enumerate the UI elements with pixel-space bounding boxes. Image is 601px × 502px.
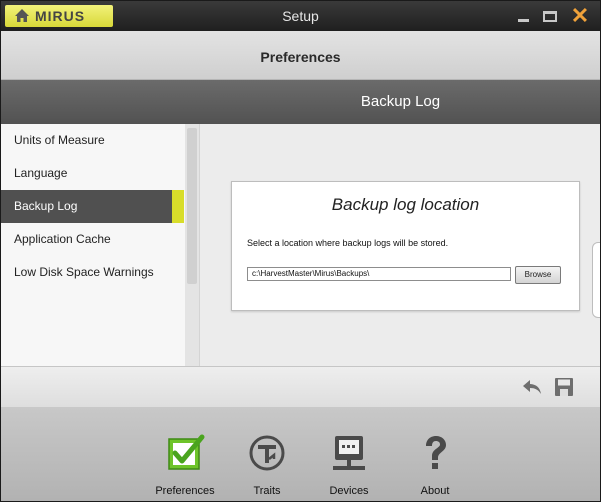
question-icon xyxy=(426,436,446,469)
save-icon[interactable] xyxy=(554,377,574,397)
sidebar-item-label: Application Cache xyxy=(14,232,111,246)
sidebar-item-label: Language xyxy=(14,166,68,180)
maximize-button[interactable] xyxy=(538,4,562,28)
preferences-check-icon xyxy=(168,434,205,470)
devices-icon xyxy=(333,436,365,470)
preferences-header: Preferences xyxy=(1,31,600,80)
content-area: Backup log location Select a location wh… xyxy=(200,124,600,366)
sidebar-item-application-cache[interactable]: Application Cache xyxy=(1,223,184,256)
nav-label: Devices xyxy=(329,485,369,497)
minimize-button[interactable] xyxy=(511,4,535,28)
card-title: Backup log location xyxy=(331,195,480,214)
sidebar-item-label: Low Disk Space Warnings xyxy=(14,265,154,279)
nav-label: About xyxy=(420,485,450,497)
page-title: Preferences xyxy=(260,49,341,65)
nav-preferences[interactable]: Preferences xyxy=(149,407,221,501)
nav-devices[interactable]: Devices xyxy=(317,407,381,501)
bottom-navigation: Preferences Traits Devices About xyxy=(1,407,600,501)
sidebar-scrollbar[interactable] xyxy=(185,124,199,366)
section-title: Backup Log xyxy=(360,93,441,110)
nav-label: Preferences xyxy=(155,485,215,497)
minimize-icon xyxy=(517,18,529,22)
backup-location-card: Backup log location Select a location wh… xyxy=(231,181,580,311)
traits-icon xyxy=(249,435,285,471)
sidebar-item-language[interactable]: Language xyxy=(1,157,184,190)
selection-indicator xyxy=(172,190,184,223)
nav-label: Traits xyxy=(253,485,281,497)
sidebar-item-label: Backup Log xyxy=(14,199,78,213)
close-button[interactable]: ✕ xyxy=(567,4,593,28)
sidebar-item-low-disk-space-warnings[interactable]: Low Disk Space Warnings xyxy=(1,256,184,289)
section-header: Backup Log xyxy=(1,80,600,124)
backup-path-input[interactable] xyxy=(247,267,511,281)
card-description: Select a location where backup logs will… xyxy=(247,238,449,248)
nav-about[interactable]: About xyxy=(407,407,463,501)
sidebar-item-units-of-measure[interactable]: Units of Measure xyxy=(1,124,184,157)
sidebar-item-label: Units of Measure xyxy=(14,133,105,147)
sidebar-item-backup-log[interactable]: Backup Log xyxy=(1,190,184,223)
undo-icon[interactable] xyxy=(521,376,543,398)
nav-traits[interactable]: Traits xyxy=(239,407,295,501)
maximize-icon xyxy=(543,10,557,22)
browse-button[interactable]: Browse xyxy=(515,266,561,284)
action-bar xyxy=(1,366,600,408)
title-bar: MIRUS Setup ✕ xyxy=(1,1,600,31)
close-icon: ✕ xyxy=(570,3,590,28)
preferences-sidebar: Units of Measure Language Backup Log App… xyxy=(1,124,200,366)
panel-handle[interactable] xyxy=(592,242,600,318)
scrollbar-thumb[interactable] xyxy=(187,128,197,284)
sidebar-list: Units of Measure Language Backup Log App… xyxy=(1,124,184,289)
app-window: MIRUS Setup ✕ Preferences Backup Log Uni… xyxy=(0,0,601,502)
